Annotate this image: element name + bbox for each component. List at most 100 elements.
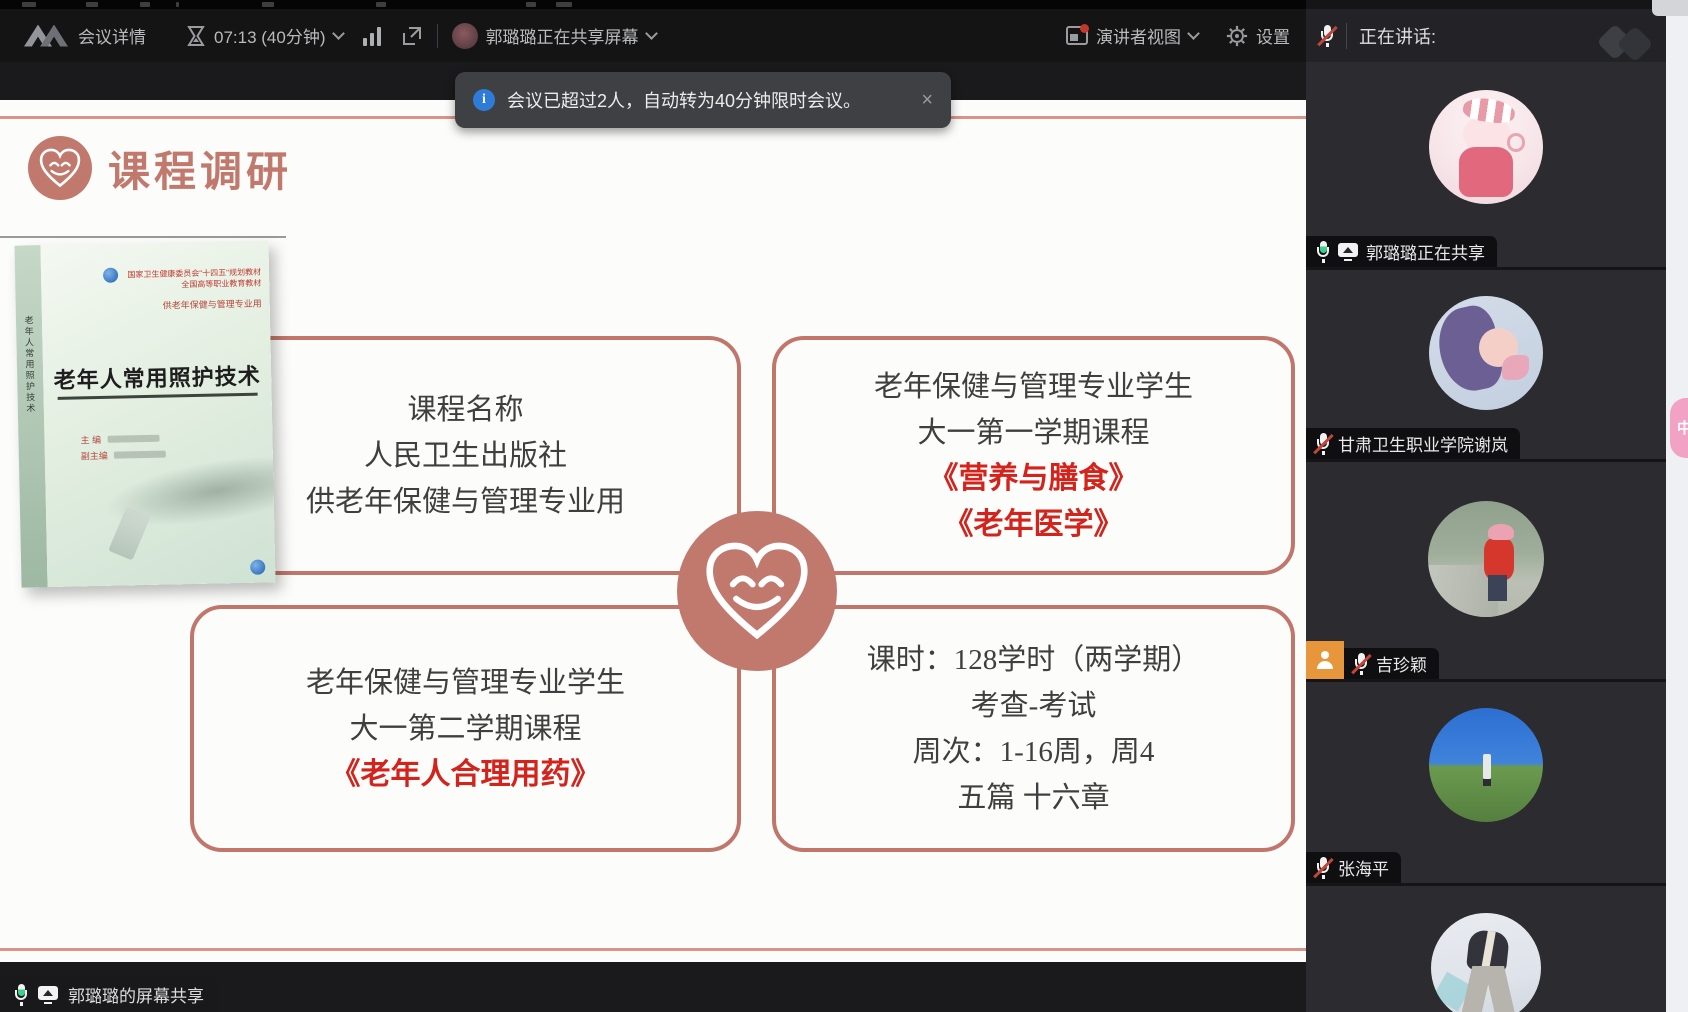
participant-name-badge: 郭璐璐正在共享 — [1306, 236, 1497, 267]
chevron-down-icon — [1187, 27, 1200, 40]
network-quality-button[interactable] — [362, 26, 381, 46]
background-window-tab — [1652, 0, 1688, 16]
meeting-limit-toast: i 会议已超过2人，自动转为40分钟限时会议。 × — [455, 72, 951, 128]
center-heart-smiley-icon — [677, 511, 837, 671]
person-icon — [1316, 651, 1334, 669]
toast-close-button[interactable]: × — [921, 89, 933, 112]
toast-message: 会议已超过2人，自动转为40分钟限时会议。 — [507, 91, 862, 111]
chevron-down-icon — [331, 27, 345, 40]
sharing-status-button[interactable]: 郭璐璐正在共享屏幕 — [451, 22, 658, 49]
background-window-edge — [1666, 0, 1688, 1012]
box-highlight-line: 《老年医学》 — [943, 507, 1124, 541]
sharer-avatar — [451, 22, 478, 49]
box-line: 大一第二学期课程 — [349, 712, 582, 745]
box-line: 五篇 十六章 — [957, 781, 1110, 814]
meeting-timer: 07:13 (40分钟) — [214, 28, 326, 47]
participants-sidebar: 正在讲话: 郭璐璐正在共享 甘肃卫生职业学院谢岚 吉珍颖 张海平 — [1306, 0, 1666, 1012]
mic-muted-icon — [1316, 856, 1330, 879]
meeting-app-logo-icon — [24, 23, 70, 49]
avatar — [1431, 913, 1541, 1012]
box-line: 供老年保健与管理专业用 — [305, 485, 625, 518]
box-highlight-line: 《营养与膳食》 — [928, 461, 1139, 495]
participant-name-badge: 吉珍颖 — [1344, 648, 1439, 679]
participant-tile-zhanghaiping[interactable]: 张海平 — [1306, 682, 1666, 883]
mic-live-icon — [14, 983, 28, 1006]
gear-icon — [1226, 25, 1248, 46]
participant-tiles: 郭璐璐正在共享 甘肃卫生职业学院谢岚 吉珍颖 张海平 — [1306, 62, 1666, 1012]
app-watermark-logo — [1596, 23, 1660, 63]
speaking-header: 正在讲话: — [1306, 9, 1666, 63]
speaker-view-label: 演讲者视图 — [1096, 28, 1181, 47]
publisher-logo-icon — [250, 559, 266, 575]
shared-screen-area: 课程调研 课程名称 人民卫生出版社 供老年保健与管理专业用 老年保健与管理专业学… — [0, 62, 1306, 1012]
open-external-icon — [402, 26, 421, 45]
hourglass-icon — [187, 25, 205, 46]
layout-view-icon — [1066, 24, 1089, 45]
mic-muted-icon — [1316, 432, 1330, 455]
participant-name: 郭璐璐正在共享 — [1366, 244, 1485, 263]
participant-name: 吉珍颖 — [1376, 656, 1427, 675]
heart-smiley-icon — [28, 136, 92, 200]
settings-button[interactable]: 设置 — [1226, 23, 1290, 48]
avatar — [1429, 296, 1543, 410]
meeting-details-button[interactable]: 会议详情 — [24, 23, 146, 49]
sharing-status-label: 郭璐璐正在共享屏幕 — [485, 28, 639, 47]
mic-muted-icon — [1320, 24, 1334, 47]
settings-label: 设置 — [1256, 28, 1290, 47]
popout-button[interactable] — [401, 25, 423, 47]
box-line: 大一第一学期课程 — [917, 416, 1150, 449]
box-line: 课时：128学时（两学期） — [866, 643, 1201, 676]
meeting-timer-button[interactable]: 07:13 (40分钟) — [186, 23, 345, 48]
meeting-details-label: 会议详情 — [78, 28, 146, 47]
background-window-strip — [0, 0, 1306, 9]
participant-name-badge: 张海平 — [1306, 852, 1401, 883]
participant-name-badge: 甘肃卫生职业学院谢岚 — [1306, 428, 1520, 459]
participant-name: 张海平 — [1338, 860, 1389, 879]
book-editor-label: 主 编 — [80, 434, 102, 446]
avatar — [1428, 501, 1544, 617]
participant-tile-partial[interactable] — [1306, 886, 1666, 1012]
title-divider — [0, 236, 286, 238]
box-line: 老年保健与管理专业学生 — [305, 666, 625, 699]
ime-language-label: 中 — [1677, 419, 1688, 437]
participant-tile-xielan[interactable]: 甘肃卫生职业学院谢岚 — [1306, 270, 1666, 459]
info-icon: i — [473, 89, 495, 111]
box-line: 课程名称 — [407, 393, 524, 426]
box-highlight-line: 《老年人合理用药》 — [330, 757, 601, 791]
avatar — [1429, 708, 1543, 822]
screen-share-status-text: 郭璐璐的屏幕共享 — [68, 987, 204, 1006]
box-line: 人民卫生出版社 — [363, 439, 567, 472]
publisher-logo-icon — [102, 267, 119, 283]
speaking-label: 正在讲话: — [1359, 26, 1437, 47]
meeting-window: 会议详情 07:13 (40分钟) 郭璐璐正在共享屏幕 演讲者视图 设置 课程调… — [0, 0, 1688, 1012]
box-line: 考查-考试 — [970, 689, 1097, 722]
ime-language-badge[interactable]: 中 — [1670, 398, 1688, 458]
book-deputy-editor-label: 副主编 — [80, 450, 108, 462]
box-line: 老年保健与管理专业学生 — [873, 370, 1193, 403]
toolbar-divider — [436, 23, 438, 48]
screen-share-icon — [38, 984, 58, 1006]
slide-title: 课程调研 — [108, 147, 293, 195]
book-title: 老年人常用照护技术 — [53, 363, 261, 393]
mic-muted-icon — [1354, 652, 1368, 675]
slide-box-schedule: 课时：128学时（两学期） 考查-考试 周次：1-16周，周4 五篇 十六章 — [772, 605, 1295, 852]
slide-box-semester1: 老年保健与管理专业学生 大一第一学期课程 《营养与膳食》 《老年医学》 — [772, 336, 1295, 575]
textbook-cover-image: 老年人常用照护技术 国家卫生健康委员会"十四五"规划教材 全国高等职业教育教材 … — [14, 240, 276, 588]
speaker-view-button[interactable]: 演讲者视图 — [1066, 23, 1200, 48]
screen-share-icon — [1338, 241, 1358, 263]
participant-tile-guolulu[interactable]: 郭璐璐正在共享 — [1306, 62, 1666, 267]
participant-name: 甘肃卫生职业学院谢岚 — [1338, 436, 1508, 455]
presentation-slide: 课程调研 课程名称 人民卫生出版社 供老年保健与管理专业用 老年保健与管理专业学… — [0, 100, 1306, 962]
book-series-line: 供老年保健与管理专业用 — [162, 298, 262, 311]
screen-share-status-badge: 郭璐璐的屏幕共享 — [0, 977, 218, 1012]
slide-bottom-rule — [0, 948, 1306, 951]
header-divider — [1346, 22, 1347, 49]
mic-live-icon — [1316, 240, 1330, 263]
meeting-toolbar: 会议详情 07:13 (40分钟) 郭璐璐正在共享屏幕 演讲者视图 设置 — [0, 9, 1306, 62]
box-line: 周次：1-16周，周4 — [912, 735, 1155, 768]
host-person-badge — [1306, 641, 1344, 679]
participant-tile-jizhenying[interactable]: 吉珍颖 — [1306, 462, 1666, 679]
avatar — [1429, 90, 1543, 204]
chevron-down-icon — [644, 27, 658, 40]
notification-dot — [1080, 24, 1089, 33]
